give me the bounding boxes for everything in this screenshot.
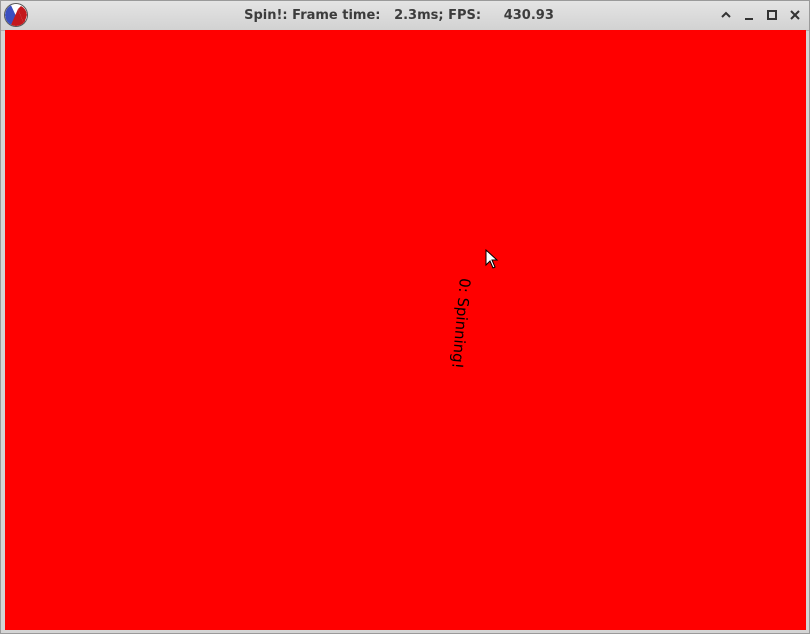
window-title: Spin!: Frame time: 2.3ms; FPS: 430.93 bbox=[244, 8, 554, 23]
chevron-up-icon[interactable] bbox=[717, 6, 735, 24]
title-bar[interactable]: Spin!: Frame time: 2.3ms; FPS: 430.93 bbox=[1, 1, 809, 31]
mouse-pointer-icon bbox=[485, 248, 499, 269]
maximize-icon[interactable] bbox=[763, 6, 781, 24]
drawing-canvas[interactable]: 0: Spinning! bbox=[5, 30, 806, 630]
minimize-icon[interactable] bbox=[740, 6, 758, 24]
close-icon[interactable] bbox=[786, 6, 804, 24]
spinning-text: 0: Spinning! bbox=[448, 277, 474, 370]
app-window: Spin!: Frame time: 2.3ms; FPS: 430.93 0: bbox=[0, 0, 810, 634]
